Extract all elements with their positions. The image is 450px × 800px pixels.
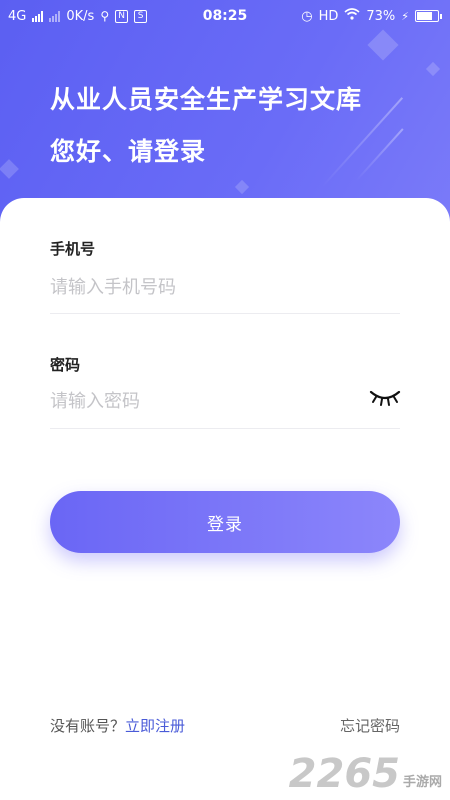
signal-icon — [32, 10, 44, 22]
phone-label: 手机号 — [50, 240, 96, 258]
decor-streak — [355, 128, 404, 182]
login-card: 手机号 密码 登录 没有账号？立即注册 忘记密码 — [0, 198, 450, 800]
app-title: 从业人员安全生产学习文库 — [50, 85, 363, 114]
password-input[interactable] — [50, 383, 360, 419]
status-bar: 4G 0K/s ⚲ N S 08:25 ◷ HD 73% ⚡ — [0, 0, 450, 32]
hd-badge: HD — [318, 8, 339, 24]
decor-diamond — [425, 61, 441, 77]
decor-diamond — [0, 159, 19, 179]
password-label: 密码 — [50, 356, 81, 374]
password-divider — [50, 428, 400, 429]
decor-diamond — [234, 179, 250, 195]
notification-n-icon: N — [115, 9, 129, 23]
notification-s-icon: S — [134, 9, 148, 23]
no-account-text: 没有账号？ — [50, 717, 126, 735]
battery-percent: 73% — [366, 8, 396, 24]
alarm-icon: ◷ — [301, 8, 313, 24]
watermark-number: 2265 — [288, 751, 400, 797]
register-prompt: 没有账号？立即注册 — [50, 715, 185, 736]
phone-divider — [50, 313, 400, 314]
wifi-icon — [344, 8, 360, 24]
decor-diamond — [367, 29, 399, 61]
usb-icon: ⚲ — [100, 9, 110, 23]
network-type: 4G — [8, 8, 27, 24]
watermark-text: 手游网 — [402, 775, 442, 790]
login-greeting: 您好、请登录 — [50, 137, 207, 166]
signal-icon — [49, 10, 61, 22]
phone-input[interactable] — [50, 269, 400, 305]
forgot-password-link[interactable]: 忘记密码 — [340, 715, 400, 736]
net-speed: 0K/s — [66, 8, 95, 24]
battery-icon — [415, 10, 442, 22]
register-link[interactable]: 立即注册 — [125, 717, 185, 735]
toggle-password-visibility-icon[interactable] — [368, 388, 402, 408]
login-button[interactable]: 登录 — [50, 491, 400, 553]
watermark-logo: 2265 手游网 — [289, 754, 442, 794]
charging-icon: ⚡ — [401, 9, 409, 23]
